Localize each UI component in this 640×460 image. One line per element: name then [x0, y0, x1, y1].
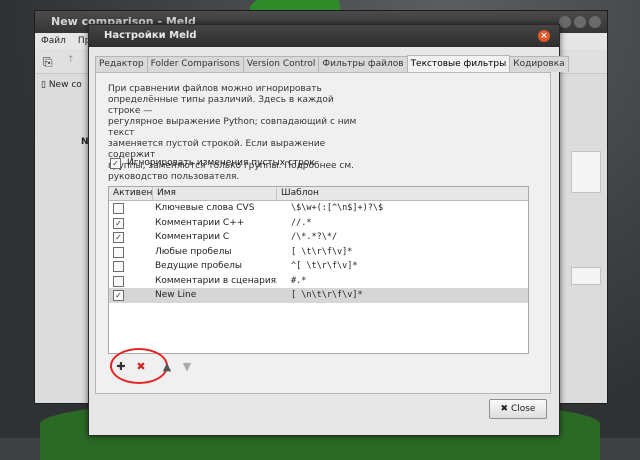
dialog-titlebar: Настройки Meld × — [89, 25, 559, 47]
row-name: Ключевые слова CVS — [155, 203, 255, 213]
close-icon[interactable] — [589, 16, 601, 28]
ignore-blank-lines-label: Игнорировать изменения пустых строк — [127, 158, 315, 168]
background-panel-box — [571, 151, 601, 193]
row-active-checkbox[interactable]: ✓ — [113, 232, 124, 243]
text-filters-panel: При сравнении файлов можно игнорировать … — [95, 72, 551, 394]
row-pattern: [ \n\t\r\f\v]* — [291, 290, 363, 300]
column-active[interactable]: Активен — [109, 187, 153, 200]
row-active-checkbox[interactable] — [113, 261, 124, 272]
table-row[interactable]: Ключевые слова CVS \$\w+(:[^\n$]+)?\$ — [109, 201, 528, 216]
column-pattern[interactable]: Шаблон — [277, 187, 528, 200]
new-comparison-icon[interactable]: ⎘ — [43, 55, 53, 70]
background-tab-label: New co — [48, 80, 82, 90]
move-down-icon[interactable]: ▼ — [180, 360, 194, 374]
row-active-checkbox[interactable] — [113, 246, 124, 258]
filters-table: Активен Имя Шаблон Ключевые слова CVS \$… — [108, 186, 529, 354]
close-x-icon: ✖ — [500, 404, 509, 414]
description-line: При сравнении файлов можно игнорировать — [108, 84, 322, 94]
document-icon: ▯ — [41, 80, 46, 90]
tab-editor[interactable]: Редактор — [95, 56, 148, 72]
row-active-checkbox[interactable]: ✓ — [113, 290, 124, 301]
menu-file[interactable]: Файл — [41, 33, 66, 49]
row-name: Любые пробелы — [155, 246, 232, 257]
move-up-icon[interactable]: ▲ — [160, 360, 174, 374]
background-window-controls — [559, 16, 601, 28]
row-active-checkbox[interactable] — [113, 275, 124, 287]
tab-encoding[interactable]: Кодировка — [509, 56, 569, 72]
description-line: руководство пользователя. — [108, 172, 240, 182]
preferences-tabs: Редактор Folder Comparisons Version Cont… — [95, 55, 569, 73]
row-pattern: \$\w+(:[^\n$]+)?\$ — [291, 203, 384, 213]
row-name: Комментарии C++ — [155, 217, 245, 228]
close-button[interactable]: ✖ Close — [489, 399, 547, 419]
description-line: определённые типы различий. Здесь в кажд… — [108, 95, 334, 116]
row-pattern: #.* — [291, 275, 307, 286]
maximize-icon[interactable] — [574, 16, 586, 28]
preferences-dialog: Настройки Meld × Редактор Folder Compari… — [88, 24, 569, 436]
table-row[interactable]: ✓ Комментарии C /\*.*?\*/ — [109, 230, 528, 245]
table-row-selected[interactable]: ✓ New Line [ \n\t\r\f\v]* — [109, 288, 528, 303]
row-pattern: [ \t\r\f\v]* — [291, 246, 353, 257]
close-button-label: Close — [510, 404, 536, 414]
row-name: New Line — [155, 290, 197, 300]
close-icon[interactable]: × — [538, 30, 550, 42]
dialog-title: Настройки Meld — [104, 30, 197, 41]
row-name: Ведущие пробелы — [155, 261, 243, 271]
table-header: Активен Имя Шаблон — [109, 187, 528, 201]
tab-version-control[interactable]: Version Control — [242, 56, 320, 72]
table-row[interactable]: Ведущие пробелы ^[ \t\r\f\v]* — [109, 259, 528, 274]
row-pattern: ^[ \t\r\f\v]* — [291, 261, 358, 271]
row-pattern: /\*.*?\*/ — [291, 232, 338, 242]
filter-toolbar: ✚ ✖ ▲ ▼ — [114, 360, 194, 374]
up-arrow-icon[interactable]: ↑ — [67, 55, 75, 65]
row-name: Комментарии C — [155, 232, 230, 242]
row-active-checkbox[interactable]: ✓ — [113, 217, 124, 229]
minimize-icon[interactable] — [559, 16, 571, 28]
tab-text-filters[interactable]: Текстовые фильтры — [406, 55, 511, 72]
table-row[interactable]: Любые пробелы [ \t\r\f\v]* — [109, 245, 528, 260]
row-name: Комментарии в сценариях — [155, 275, 277, 286]
row-pattern: //.* — [291, 217, 312, 228]
filters-description: При сравнении файлов можно игнорировать … — [108, 84, 358, 183]
background-panel-field — [571, 267, 601, 285]
table-row[interactable]: ✓ Комментарии C++ //.* — [109, 216, 528, 231]
ignore-blank-lines-checkbox[interactable]: ✓ — [110, 158, 121, 169]
row-active-checkbox[interactable] — [113, 203, 124, 214]
description-line: регулярное выражение Python; совпадающий… — [108, 117, 357, 138]
table-row[interactable]: Комментарии в сценариях #.* — [109, 274, 528, 289]
tab-file-filters[interactable]: Фильтры файлов — [318, 56, 408, 72]
column-name[interactable]: Имя — [153, 187, 277, 200]
add-filter-icon[interactable]: ✚ — [114, 360, 128, 374]
remove-filter-icon[interactable]: ✖ — [134, 360, 148, 374]
tab-folder-comparisons[interactable]: Folder Comparisons — [146, 56, 244, 72]
